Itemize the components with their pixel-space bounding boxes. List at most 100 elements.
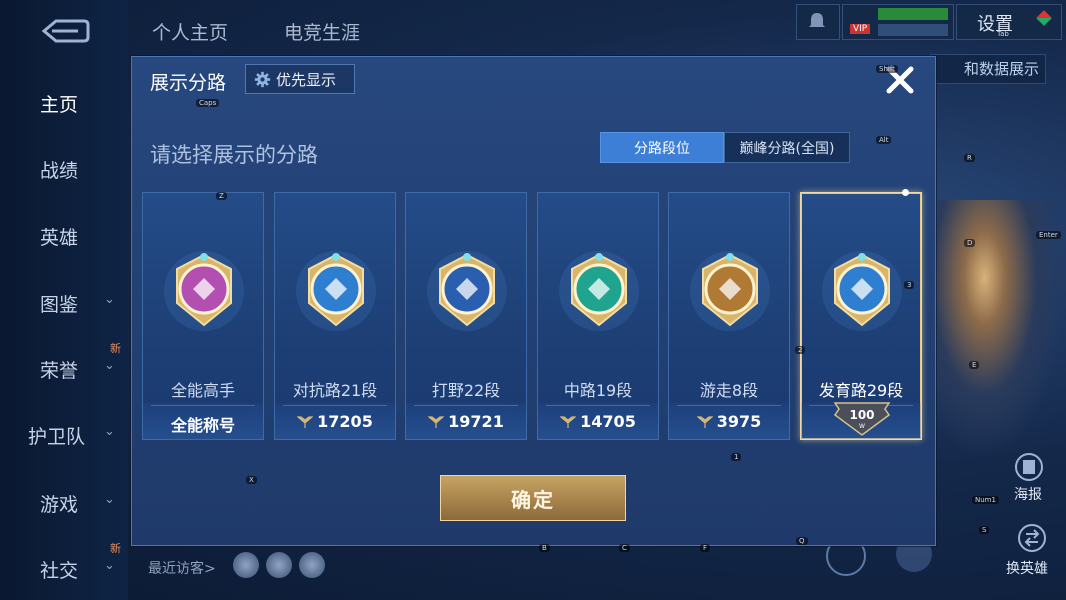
points-icon [428, 415, 445, 428]
priority-display-button[interactable]: 优先显示 [245, 64, 355, 94]
key-hint: S [979, 526, 990, 534]
sidebar-item-guard-team[interactable]: 护卫队 [28, 422, 85, 449]
priority-display-label: 优先显示 [276, 70, 337, 89]
new-badge: 新 [110, 542, 121, 555]
switch-hero-icon[interactable] [1016, 522, 1048, 554]
key-hint: Q [796, 537, 808, 545]
divider [414, 405, 518, 406]
poster-icon[interactable] [1012, 452, 1046, 482]
tab-peak-lane[interactable]: 巅峰分路(全国) [724, 132, 850, 163]
lane-points-value: 19721 [448, 412, 504, 431]
chevron-down-icon: ⌄ [104, 358, 115, 373]
lane-points-value: 17205 [317, 412, 373, 431]
bell-icon [809, 13, 825, 27]
chevron-down-icon: ⌄ [104, 492, 115, 507]
rank-emblem-icon [296, 251, 376, 331]
points-icon [297, 415, 314, 428]
rank-emblem-icon [822, 251, 902, 331]
confirm-button[interactable]: 确定 [440, 475, 626, 521]
chevron-down-icon: ⌄ [104, 424, 115, 439]
sidebar-item-honor[interactable]: 荣誉 [40, 356, 78, 383]
vip-bar [878, 8, 948, 20]
vip-bar [878, 24, 948, 36]
gear-icon [254, 71, 271, 87]
key-hint: B [539, 544, 550, 552]
key-hint: Alt [876, 136, 892, 144]
lane-points: 14705 [538, 412, 658, 431]
key-hint: R [964, 154, 975, 162]
lane-rank-label: 对抗路21段 [292, 381, 378, 400]
lane-rank-label: 游走8段 [699, 381, 759, 400]
peak-rank-badge: 100 W [831, 399, 893, 437]
lane-rank-label: 全能高手 [170, 381, 235, 400]
rank-emblem-icon [427, 251, 507, 331]
lane-card[interactable]: 中路19段 14705 [537, 192, 659, 440]
poster-label[interactable]: 海报 [1014, 484, 1042, 504]
avatar[interactable] [233, 552, 259, 578]
points-icon [560, 415, 577, 428]
section-header: 请选择展示的分路 [150, 143, 318, 167]
rank-emblem-icon [559, 251, 639, 331]
avatar[interactable] [299, 552, 325, 578]
key-hint: F [700, 544, 711, 552]
sidebar-item-games[interactable]: 游戏 [40, 490, 78, 517]
key-hint: 3 [904, 281, 915, 289]
sidebar-item-codex[interactable]: 图鉴 [40, 290, 78, 317]
lane-points-value: 3975 [716, 412, 762, 431]
lane-rank-label: 中路19段 [563, 381, 633, 400]
vip-badge: VIP [850, 24, 871, 34]
key-hint: E [969, 361, 980, 369]
dialog-title: 展示分路 [150, 72, 227, 94]
selected-marker [902, 189, 909, 196]
key-hint: Caps [196, 99, 220, 107]
key-hint: Num1 [972, 496, 999, 504]
divider [546, 405, 650, 406]
lane-rank-label: 打野22段 [431, 381, 501, 400]
peak-rank-value: 100 [849, 408, 875, 422]
lane-card[interactable]: 对抗路21段 17205 [274, 192, 396, 440]
sidebar-item-records[interactable]: 战绩 [40, 156, 78, 183]
lane-card[interactable]: 发育路29段 100 W [800, 189, 922, 440]
key-hint: 1 [731, 453, 742, 461]
lane-points: 17205 [275, 412, 395, 431]
lane-points: 全能称号 [143, 412, 263, 436]
hotkey-hint: Tab [997, 30, 1009, 38]
peak-rank-sub: W [859, 423, 865, 430]
key-hint: D [964, 239, 976, 247]
lane-card[interactable]: 全能高手 全能称号 [142, 192, 264, 440]
lane-points-value: 14705 [580, 412, 636, 431]
recent-visitors-link[interactable]: 最近访客> [148, 558, 216, 578]
sidebar-item-social[interactable]: 社交 [40, 556, 78, 583]
chevron-down-icon: ⌄ [104, 292, 115, 307]
divider [677, 405, 781, 406]
new-badge: 新 [110, 342, 121, 355]
key-hint: Shift [876, 65, 898, 73]
lane-rank-label: 发育路29段 [818, 381, 904, 400]
lane-points: 3975 [669, 412, 789, 431]
back-icon[interactable] [34, 16, 90, 46]
key-hint: X [246, 476, 257, 484]
divider [151, 405, 255, 406]
hero-portrait [930, 200, 1066, 460]
lane-card[interactable]: 游走8段 3975 [668, 192, 790, 440]
tab-lane-rank[interactable]: 分路段位 [600, 132, 724, 163]
key-hint: 2 [795, 346, 806, 354]
avatar[interactable] [266, 552, 292, 578]
sidebar-item-home[interactable]: 主页 [40, 90, 78, 117]
rank-emblem-icon [690, 251, 770, 331]
key-hint: Enter [1036, 231, 1061, 239]
rank-emblem-icon [164, 251, 244, 331]
lane-points: 19721 [406, 412, 526, 431]
switch-hero-label[interactable]: 换英雄 [1006, 558, 1048, 578]
divider [283, 405, 387, 406]
sidebar-item-heroes[interactable]: 英雄 [40, 223, 78, 250]
points-icon [696, 415, 713, 428]
data-display-label[interactable]: 和数据展示 [930, 54, 1046, 84]
lane-card[interactable]: 打野22段 19721 [405, 192, 527, 440]
tab-esports-career[interactable]: 电竞生涯 [284, 18, 360, 45]
key-hint: Z [216, 192, 227, 200]
lane-points-value: 全能称号 [170, 416, 235, 435]
key-hint: C [619, 544, 630, 552]
tab-profile[interactable]: 个人主页 [152, 18, 228, 45]
chevron-down-icon: ⌄ [104, 558, 115, 573]
